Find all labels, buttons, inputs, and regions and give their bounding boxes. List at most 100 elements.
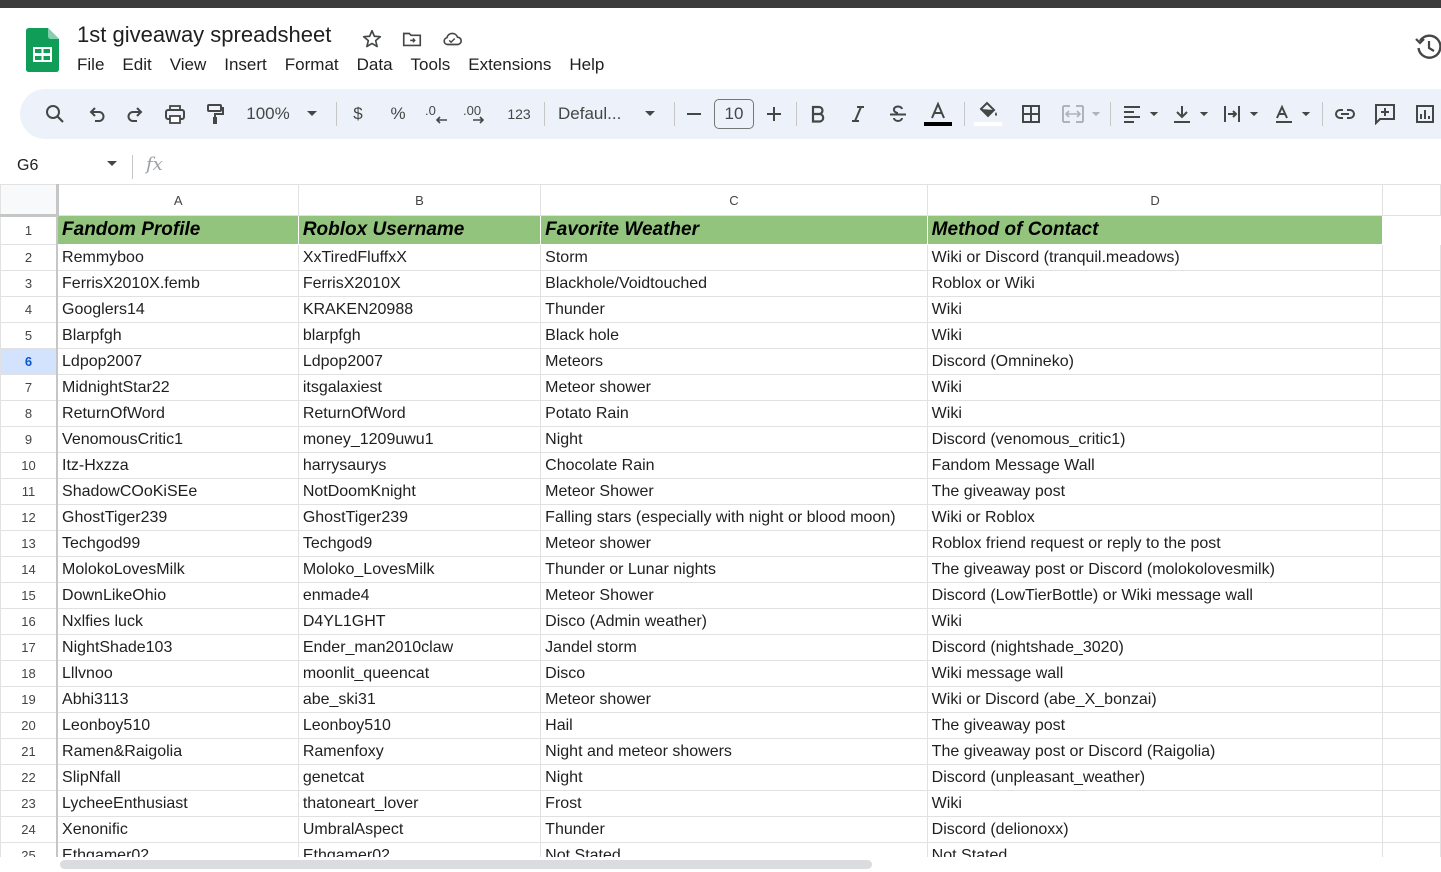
cell[interactable]: moonlit_queencat (297, 660, 542, 687)
cell[interactable]: ReturnOfWord (297, 400, 542, 427)
cell[interactable]: Fandom Profile (56, 215, 299, 245)
column-header-c[interactable]: C (540, 184, 928, 216)
zoom-dropdown-icon[interactable] (302, 99, 322, 129)
row-header[interactable]: 17 (0, 634, 59, 661)
cell[interactable] (1382, 478, 1441, 505)
row-header[interactable]: 20 (0, 712, 59, 739)
decrease-decimal-icon[interactable]: .0 (424, 99, 452, 129)
cell[interactable]: Leonboy510 (297, 712, 542, 739)
cell[interactable]: SlipNfall (56, 764, 299, 791)
cell[interactable]: Night and meteor showers (540, 738, 928, 765)
cell[interactable] (1382, 660, 1441, 687)
cell[interactable] (1382, 244, 1441, 271)
cell[interactable]: D4YL1GHT (297, 608, 542, 635)
menu-insert[interactable]: Insert (215, 53, 276, 77)
cell[interactable]: Itz-Hxzza (56, 452, 299, 479)
cell[interactable]: Potato Rain (540, 400, 928, 427)
cell[interactable]: Wiki or Roblox (926, 504, 1384, 531)
cell[interactable]: GhostTiger239 (56, 504, 299, 531)
cell[interactable]: Jandel storm (540, 634, 928, 661)
cell[interactable]: Hail (540, 712, 928, 739)
cell[interactable]: Discord (nightshade_3020) (926, 634, 1384, 661)
cell[interactable]: Chocolate Rain (540, 452, 928, 479)
cell[interactable]: MidnightStar22 (56, 374, 299, 401)
cell[interactable]: Lllvnoo (56, 660, 299, 687)
cell[interactable]: VenomousCritic1 (56, 426, 299, 453)
cell[interactable]: Moloko_LovesMilk (297, 556, 542, 583)
increase-decimal-icon[interactable]: .00 (462, 99, 492, 129)
cell[interactable]: Meteors (540, 348, 928, 375)
cell[interactable]: Wiki (926, 790, 1384, 817)
cell[interactable]: Disco (Admin weather) (540, 608, 928, 635)
cell[interactable] (1382, 634, 1441, 661)
font-dropdown-icon[interactable] (640, 99, 660, 129)
cell[interactable] (1382, 348, 1441, 375)
cell[interactable] (1382, 426, 1441, 453)
cell[interactable] (1382, 504, 1441, 531)
cell[interactable]: Frost (540, 790, 928, 817)
cell[interactable]: Method of Contact (926, 215, 1384, 245)
bold-icon[interactable] (806, 99, 830, 129)
paint-format-icon[interactable] (202, 99, 228, 129)
cell[interactable]: MolokoLovesMilk (56, 556, 299, 583)
row-header[interactable]: 22 (0, 764, 59, 791)
search-menus-icon[interactable] (42, 99, 68, 129)
cell[interactable]: Ldpop2007 (56, 348, 299, 375)
cell[interactable]: NotDoomKnight (297, 478, 542, 505)
row-header[interactable]: 10 (0, 452, 59, 479)
row-header[interactable]: 4 (0, 296, 59, 323)
more-formats-button[interactable]: 123 (502, 99, 536, 129)
cell[interactable]: Remmyboo (56, 244, 299, 271)
cell[interactable]: Fandom Message Wall (926, 452, 1384, 479)
percent-format-button[interactable]: % (386, 99, 410, 129)
insert-link-icon[interactable] (1332, 99, 1358, 129)
cell[interactable]: Ender_man2010claw (297, 634, 542, 661)
cell[interactable]: thatoneart_lover (297, 790, 542, 817)
cell[interactable] (1382, 712, 1441, 739)
cell[interactable]: Discord (Omnineko) (926, 348, 1384, 375)
menu-help[interactable]: Help (560, 53, 613, 77)
cell[interactable]: The giveaway post or Discord (Raigolia) (926, 738, 1384, 765)
cell[interactable]: GhostTiger239 (297, 504, 542, 531)
cell[interactable] (1382, 452, 1441, 479)
row-header[interactable]: 3 (0, 270, 59, 297)
cell[interactable]: enmade4 (297, 582, 542, 609)
move-folder-icon[interactable] (398, 25, 426, 53)
cell[interactable] (1382, 816, 1441, 843)
document-title[interactable]: 1st giveaway spreadsheet (77, 22, 331, 48)
cell[interactable] (1382, 296, 1441, 323)
cell[interactable]: Meteor Shower (540, 478, 928, 505)
column-header-a[interactable]: A (56, 184, 299, 216)
cell[interactable]: Meteor shower (540, 374, 928, 401)
row-header[interactable]: 11 (0, 478, 59, 505)
cell[interactable]: Disco (540, 660, 928, 687)
cell[interactable]: Ramen&Raigolia (56, 738, 299, 765)
menu-extensions[interactable]: Extensions (459, 53, 560, 77)
horizontal-scrollbar[interactable] (60, 860, 872, 869)
cell[interactable] (1382, 322, 1441, 349)
redo-icon[interactable] (122, 99, 148, 129)
cell[interactable]: The giveaway post (926, 478, 1384, 505)
cell[interactable]: Ramenfoxy (297, 738, 542, 765)
cell[interactable]: Storm (540, 244, 928, 271)
cell[interactable] (1382, 270, 1441, 297)
menu-edit[interactable]: Edit (113, 53, 160, 77)
cell[interactable]: ShadowCOoKiSEe (56, 478, 299, 505)
text-color-icon[interactable] (922, 99, 954, 129)
cloud-saved-icon[interactable] (438, 25, 466, 53)
cell[interactable]: abe_ski31 (297, 686, 542, 713)
cell[interactable]: LycheeEnthusiast (56, 790, 299, 817)
cell[interactable]: Meteor shower (540, 686, 928, 713)
cell[interactable]: Thunder (540, 816, 928, 843)
cell[interactable]: Night (540, 426, 928, 453)
cell[interactable]: Meteor shower (540, 530, 928, 557)
cell[interactable]: Favorite Weather (540, 215, 928, 245)
cell[interactable] (1382, 790, 1441, 817)
cell[interactable]: Roblox friend request or reply to the po… (926, 530, 1384, 557)
cell[interactable]: Abhi3113 (56, 686, 299, 713)
row-header[interactable]: 15 (0, 582, 59, 609)
borders-icon[interactable] (1018, 99, 1044, 129)
decrease-font-size-icon[interactable] (682, 99, 706, 129)
row-header[interactable]: 7 (0, 374, 59, 401)
name-box[interactable]: G6 (17, 157, 38, 175)
